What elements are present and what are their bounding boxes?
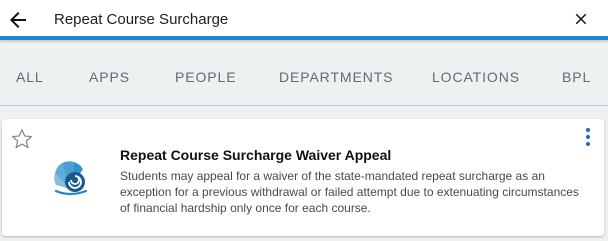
tab-all[interactable]: ALL <box>16 69 44 85</box>
tab-apps[interactable]: APPS <box>89 69 130 85</box>
nautilus-shell-logo <box>54 161 88 196</box>
tab-locations[interactable]: LOCATIONS <box>432 69 520 85</box>
arrow-left-icon[interactable] <box>6 8 30 32</box>
result-title[interactable]: Repeat Course Surcharge Waiver Appeal <box>120 147 391 163</box>
category-tabs: ALL APPS PEOPLE DEPARTMENTS LOCATIONS BP… <box>0 44 608 106</box>
tab-departments[interactable]: DEPARTMENTS <box>279 69 393 85</box>
tab-people[interactable]: PEOPLE <box>175 69 236 85</box>
more-vertical-icon[interactable] <box>584 127 592 147</box>
result-description: Students may appeal for a waiver of the … <box>120 169 579 215</box>
result-card[interactable]: Repeat Course Surcharge Waiver Appeal St… <box>2 119 604 236</box>
search-bar <box>0 0 608 40</box>
tab-bpl[interactable]: BPL <box>562 69 591 85</box>
search-input[interactable] <box>54 8 534 30</box>
star-outline-icon[interactable] <box>10 127 34 151</box>
close-icon[interactable] <box>572 10 590 28</box>
